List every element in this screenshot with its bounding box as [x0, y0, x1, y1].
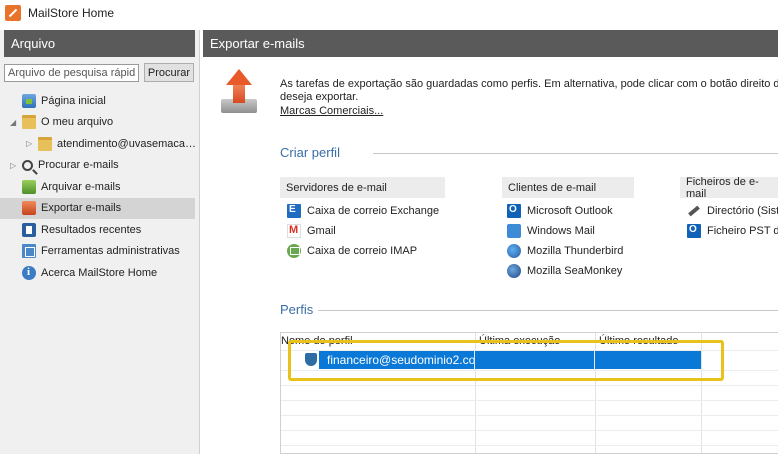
- folder-icon: [22, 115, 36, 130]
- about-icon: [22, 265, 36, 280]
- entry-label: Directório (Siste: [707, 205, 778, 217]
- search-button[interactable]: Procurar: [144, 63, 194, 82]
- quick-search-input[interactable]: [4, 63, 139, 82]
- gmail-icon: [287, 224, 301, 238]
- sidebar-item-home[interactable]: Página inicial: [0, 90, 199, 112]
- expanded-arrow-icon[interactable]: ◢: [10, 118, 16, 127]
- export-pst-file[interactable]: Ficheiro PST do: [687, 221, 778, 241]
- sidebar: Arquivo Procurar Página inicial ◢ O meu …: [0, 30, 200, 454]
- exchange-icon: [287, 204, 301, 218]
- title-bar: MailStore Home: [0, 0, 778, 26]
- export-windows-mail[interactable]: Windows Mail: [507, 221, 595, 241]
- collapsed-arrow-icon[interactable]: ▷: [10, 161, 16, 170]
- entry-label: Ficheiro PST do: [707, 225, 778, 237]
- sidebar-item-label: O meu arquivo: [41, 116, 114, 129]
- sidebar-item-label: atendimento@uvasemacas....: [57, 137, 199, 150]
- table-row[interactable]: financeiro@seudominio2.co: [319, 351, 701, 369]
- intro-text: As tarefas de exportação são guardadas c…: [280, 78, 778, 104]
- entry-label: Caixa de correio IMAP: [307, 245, 418, 257]
- sidebar-item-about[interactable]: Acerca MailStore Home: [0, 262, 199, 284]
- sidebar-item-label: Página inicial: [41, 94, 106, 107]
- profiles-title: Perfis: [280, 302, 314, 317]
- sidebar-item-mailbox-folder[interactable]: ▷ atendimento@uvasemacas....: [0, 133, 199, 155]
- main-panel: Exportar e-mails As tarefas de exportaçã…: [203, 30, 778, 454]
- export-mozilla-thunderbird[interactable]: Mozilla Thunderbird: [507, 241, 623, 261]
- export-microsoft-outlook[interactable]: Microsoft Outlook: [507, 201, 613, 221]
- column-header-last-result[interactable]: Último resultado: [599, 333, 709, 349]
- intro-section: As tarefas de exportação são guardadas c…: [203, 57, 778, 152]
- entry-label: Caixa de correio Exchange: [307, 205, 440, 217]
- sidebar-item-label: Arquivar e-mails: [41, 180, 121, 193]
- archive-icon: [22, 179, 36, 194]
- sidebar-item-export-emails[interactable]: Exportar e-mails: [0, 197, 195, 219]
- trademarks-link[interactable]: Marcas Comerciais...: [280, 105, 383, 117]
- sidebar-item-label: Resultados recentes: [41, 223, 142, 236]
- intro-line-1: As tarefas de exportação são guardadas c…: [280, 78, 778, 90]
- mail-clients-header: Clientes de e-mail: [502, 177, 634, 198]
- mailstore-app-icon: [5, 5, 21, 21]
- sidebar-header: Arquivo: [4, 30, 195, 57]
- outlook-icon: [507, 204, 521, 218]
- main-header: Exportar e-mails: [203, 30, 778, 57]
- section-divider: [318, 310, 778, 311]
- seamonkey-icon: [507, 264, 521, 278]
- export-mozilla-seamonkey[interactable]: Mozilla SeaMonkey: [507, 261, 622, 281]
- profile-shield-icon: [305, 353, 317, 366]
- entry-label: Mozilla SeaMonkey: [527, 265, 623, 277]
- sidebar-item-my-archive[interactable]: ◢ O meu arquivo: [0, 112, 199, 134]
- navigation-tree: Página inicial ◢ O meu arquivo ▷ atendim…: [0, 90, 199, 284]
- intro-line-2: deseja exportar.: [280, 91, 359, 103]
- directory-icon: [687, 204, 701, 218]
- entry-label: Windows Mail: [527, 225, 595, 237]
- mail-files-header: Ficheiros de e-mail: [680, 176, 778, 200]
- column-header-profile-name[interactable]: Nome do perfil: [281, 333, 471, 349]
- search-icon: [22, 159, 33, 171]
- thunderbird-icon: [507, 244, 521, 258]
- export-exchange-mailbox[interactable]: Caixa de correio Exchange: [287, 201, 439, 221]
- profiles-table[interactable]: Nome do perfil Última execução Último re…: [280, 332, 778, 454]
- sidebar-item-archive-emails[interactable]: Arquivar e-mails: [0, 176, 199, 198]
- profile-name-cell: financeiro@seudominio2.co: [319, 351, 475, 369]
- sidebar-item-recent-results[interactable]: Resultados recentes: [0, 219, 199, 241]
- sidebar-item-label: Ferramentas administrativas: [41, 245, 180, 258]
- export-gmail[interactable]: Gmail: [287, 221, 336, 241]
- section-divider: [373, 153, 778, 154]
- quick-search: Procurar: [4, 63, 199, 82]
- export-imap-mailbox[interactable]: Caixa de correio IMAP: [287, 241, 417, 261]
- sidebar-item-label: Acerca MailStore Home: [41, 266, 158, 279]
- sidebar-item-admin-tools[interactable]: Ferramentas administrativas: [0, 241, 199, 263]
- sidebar-item-search-emails[interactable]: ▷ Procurar e-mails: [0, 155, 199, 177]
- column-header-last-run[interactable]: Última execução: [479, 333, 597, 349]
- entry-label: Microsoft Outlook: [527, 205, 613, 217]
- entry-label: Gmail: [307, 225, 336, 237]
- home-icon: [22, 93, 36, 108]
- last-result-cell: [595, 351, 701, 369]
- sidebar-item-label: Procurar e-mails: [38, 159, 119, 172]
- entry-label: Mozilla Thunderbird: [527, 245, 624, 257]
- imap-icon: [287, 244, 301, 258]
- folder-icon: [38, 136, 52, 151]
- create-profile-title: Criar perfil: [280, 145, 340, 160]
- pst-icon: [687, 224, 701, 238]
- export-directory[interactable]: Directório (Siste: [687, 201, 778, 221]
- collapsed-arrow-icon[interactable]: ▷: [26, 139, 32, 148]
- sidebar-item-label: Exportar e-mails: [41, 202, 122, 215]
- export-large-icon: [221, 69, 257, 113]
- mail-servers-header: Servidores de e-mail: [280, 177, 445, 198]
- admin-tools-icon: [22, 244, 36, 259]
- export-icon: [22, 201, 36, 216]
- last-run-cell: [475, 351, 595, 369]
- windows-mail-icon: [507, 224, 521, 238]
- recent-results-icon: [22, 222, 36, 237]
- window-title: MailStore Home: [28, 6, 115, 20]
